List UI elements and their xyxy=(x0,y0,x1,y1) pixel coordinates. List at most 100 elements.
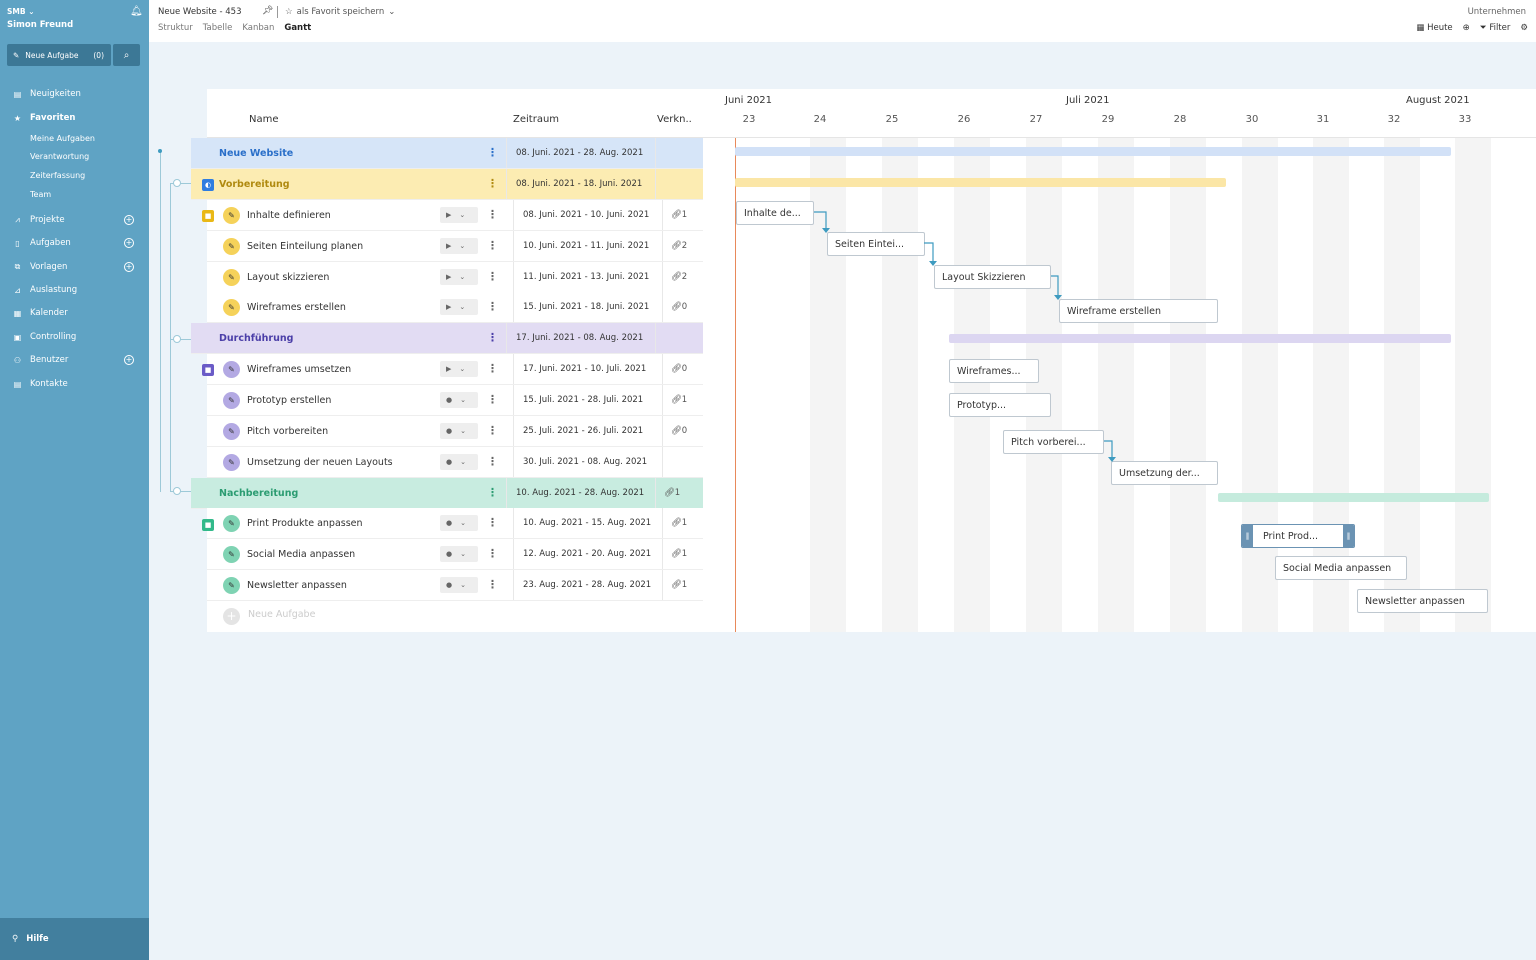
more-options-icon[interactable]: ⋮ xyxy=(487,239,498,252)
row-name[interactable]: Vorbereitung xyxy=(219,169,290,199)
gantt-group-bar-durchfuehrung[interactable] xyxy=(949,334,1451,343)
gantt-bar[interactable]: Newsletter anpassen xyxy=(1357,589,1488,613)
more-options-icon[interactable]: ⋮ xyxy=(487,516,498,529)
gantt-bar[interactable]: Pitch vorberei... xyxy=(1003,430,1104,454)
more-options-icon[interactable]: ⋮ xyxy=(487,331,498,344)
resize-handle-left[interactable]: ‖ xyxy=(1242,525,1253,547)
new-task-row[interactable]: + Neue Aufgabe xyxy=(207,601,703,632)
more-options-icon[interactable]: ⋮ xyxy=(487,455,498,468)
row-name[interactable]: Social Media anpassen xyxy=(247,539,355,569)
column-header-name[interactable]: Name xyxy=(249,114,279,125)
pencil-icon[interactable]: ✎ xyxy=(223,546,240,563)
task-row[interactable]: ✎ Layout skizzieren ▶ ⌄ ⋮ 11. Juni. 2021 - 13… xyxy=(207,262,703,293)
row-date-range[interactable]: 17. Juni. 2021 - 08. Aug. 2021 xyxy=(506,323,656,353)
row-links[interactable]: 🔗︎ 0 xyxy=(671,292,687,322)
gantt-bar[interactable]: Seiten Eintei... xyxy=(827,232,925,256)
row-name[interactable]: Wireframes erstellen xyxy=(247,292,346,322)
tab-kanban[interactable]: Kanban xyxy=(242,23,274,33)
task-row[interactable]: ✎ Print Produkte anpassen ● ⌄ ⋮ 10. Aug. 2021… xyxy=(207,508,703,539)
row-links[interactable]: 🔗︎ 1 xyxy=(671,200,687,230)
bell-icon[interactable]: 🔔︎ xyxy=(130,6,143,17)
gantt-group-bar-nachbereitung[interactable] xyxy=(1218,493,1489,502)
gantt-bar-selected[interactable]: ‖ Print Prod... ‖ xyxy=(1241,524,1355,548)
row-name[interactable]: Prototyp erstellen xyxy=(247,385,331,415)
pencil-icon[interactable]: ✎ xyxy=(223,423,240,440)
gantt-bar[interactable]: Layout Skizzieren xyxy=(934,265,1051,289)
nav-item-vorlagen[interactable]: ⧉ Vorlagen + xyxy=(0,258,149,276)
group-row[interactable]: Vorbereitung ⋮ 08. Juni. 2021 - 18. Juni. … xyxy=(191,169,703,200)
gantt-bar[interactable]: Inhalte de... xyxy=(736,201,814,225)
task-row[interactable]: ✎ Wireframes erstellen ▶ ⌄ ⋮ 15. Juni. 2021 -… xyxy=(207,292,703,323)
row-links[interactable]: 🔗︎ 0 xyxy=(671,416,687,446)
more-options-icon[interactable]: ⋮ xyxy=(487,578,498,591)
more-options-icon[interactable]: ⋮ xyxy=(487,547,498,560)
add-project-icon[interactable]: + xyxy=(124,215,134,225)
pencil-icon[interactable]: ✎ xyxy=(223,361,240,378)
add-task-icon[interactable]: + xyxy=(124,238,134,248)
status-control[interactable]: ▶ ⌄ xyxy=(440,299,478,315)
resize-handle-right[interactable]: ‖ xyxy=(1343,525,1354,547)
nav-item-aufgaben[interactable]: ▯ Aufgaben + xyxy=(0,234,149,252)
row-name[interactable]: Nachbereitung xyxy=(219,478,298,508)
nav-item-favoriten[interactable]: ★ Favoriten xyxy=(0,109,149,127)
row-date-range[interactable]: 30. Juli. 2021 - 08. Aug. 2021 xyxy=(513,447,663,477)
row-links[interactable]: 🔗︎ 1 xyxy=(664,478,680,508)
task-row[interactable]: ✎ Pitch vorbereiten ● ⌄ ⋮ 25. Juli. 2021 - 26… xyxy=(207,416,703,447)
pencil-icon[interactable]: ✎ xyxy=(223,207,240,224)
task-row[interactable]: ✎ Wireframes umsetzen ▶ ⌄ ⋮ 17. Juni. 2021 - … xyxy=(207,354,703,385)
status-control[interactable]: ● ⌄ xyxy=(440,546,478,562)
zoom-icon[interactable]: ⊕ xyxy=(1463,23,1470,33)
pencil-icon[interactable]: ✎ xyxy=(223,392,240,409)
more-options-icon[interactable]: ⋮ xyxy=(487,424,498,437)
row-name[interactable]: Pitch vorbereiten xyxy=(247,416,328,446)
org-switcher[interactable]: SMB ⌄ xyxy=(7,7,34,16)
row-links[interactable]: 🔗︎ 2 xyxy=(671,231,687,261)
row-date-range[interactable]: 12. Aug. 2021 - 20. Aug. 2021 xyxy=(513,539,663,569)
more-options-icon[interactable]: ⋮ xyxy=(487,208,498,221)
status-control[interactable]: ● ⌄ xyxy=(440,423,478,439)
fav-team[interactable]: Team xyxy=(30,190,51,199)
row-date-range[interactable]: 17. Juni. 2021 - 10. Juli. 2021 xyxy=(513,354,663,384)
tab-tabelle[interactable]: Tabelle xyxy=(203,23,233,33)
fav-zeiterfassung[interactable]: Zeiterfassung xyxy=(30,171,85,180)
status-control[interactable]: ● ⌄ xyxy=(440,392,478,408)
row-links[interactable]: 🔗︎ 0 xyxy=(671,354,687,384)
row-date-range[interactable]: 10. Aug. 2021 - 28. Aug. 2021 xyxy=(506,478,656,508)
row-links[interactable]: 🔗︎ 1 xyxy=(671,539,687,569)
group-row[interactable]: Neue Website ⋮ 08. Juni. 2021 - 28. Aug. 2… xyxy=(191,138,703,169)
row-links[interactable]: 🔗︎ 1 xyxy=(671,570,687,600)
status-control[interactable]: ▶ ⌄ xyxy=(440,269,478,285)
task-row[interactable]: ✎ Inhalte definieren ▶ ⌄ ⋮ 08. Juni. 2021 - 1… xyxy=(207,200,703,231)
row-name[interactable]: Durchführung xyxy=(219,323,293,353)
filter-button[interactable]: ⏷ Filter xyxy=(1480,23,1511,33)
new-task-button[interactable]: ✎ Neue Aufgabe (0) xyxy=(7,44,111,66)
nav-item-projekte[interactable]: ⩘ Projekte + xyxy=(0,211,149,229)
row-name[interactable]: Layout skizzieren xyxy=(247,262,329,292)
more-options-icon[interactable]: ⋮ xyxy=(487,300,498,313)
row-date-range[interactable]: 23. Aug. 2021 - 28. Aug. 2021 xyxy=(513,570,663,600)
nav-item-benutzer[interactable]: ⚇ Benutzer + xyxy=(0,351,149,369)
row-links[interactable]: 🔗︎ 2 xyxy=(671,262,687,292)
pencil-icon[interactable]: ✎ xyxy=(223,515,240,532)
pin-icon[interactable]: 📌︎ xyxy=(262,6,273,16)
row-date-range[interactable]: 08. Juni. 2021 - 18. Juni. 2021 xyxy=(506,169,656,199)
row-name[interactable]: Print Produkte anpassen xyxy=(247,508,363,538)
pencil-icon[interactable]: ✎ xyxy=(223,269,240,286)
status-control[interactable]: ● ⌄ xyxy=(440,577,478,593)
row-links[interactable]: 🔗︎ 1 xyxy=(671,385,687,415)
row-date-range[interactable]: 08. Juni. 2021 - 10. Juni. 2021 xyxy=(513,200,663,230)
help-button[interactable]: ⚲ Hilfe xyxy=(0,918,149,960)
favorite-button[interactable]: ☆ als Favorit speichern ⌄ xyxy=(285,7,395,17)
nav-item-kontakte[interactable]: ▤ Kontakte xyxy=(0,375,149,393)
pencil-icon[interactable]: ✎ xyxy=(223,454,240,471)
row-name[interactable]: Newsletter anpassen xyxy=(247,570,347,600)
gantt-bar[interactable]: Prototyp... xyxy=(949,393,1051,417)
add-user-icon[interactable]: + xyxy=(124,355,134,365)
row-date-range[interactable]: 11. Juni. 2021 - 13. Juni. 2021 xyxy=(513,262,663,292)
row-date-range[interactable]: 08. Juni. 2021 - 28. Aug. 2021 xyxy=(506,138,656,168)
status-control[interactable]: ▶ ⌄ xyxy=(440,238,478,254)
task-row[interactable]: ✎ Social Media anpassen ● ⌄ ⋮ 12. Aug. 2021 -… xyxy=(207,539,703,570)
row-date-range[interactable]: 15. Juli. 2021 - 28. Juli. 2021 xyxy=(513,385,663,415)
task-row[interactable]: ✎ Seiten Einteilung planen ▶ ⌄ ⋮ 10. Juni. 20… xyxy=(207,231,703,262)
more-options-icon[interactable]: ⋮ xyxy=(487,486,498,499)
